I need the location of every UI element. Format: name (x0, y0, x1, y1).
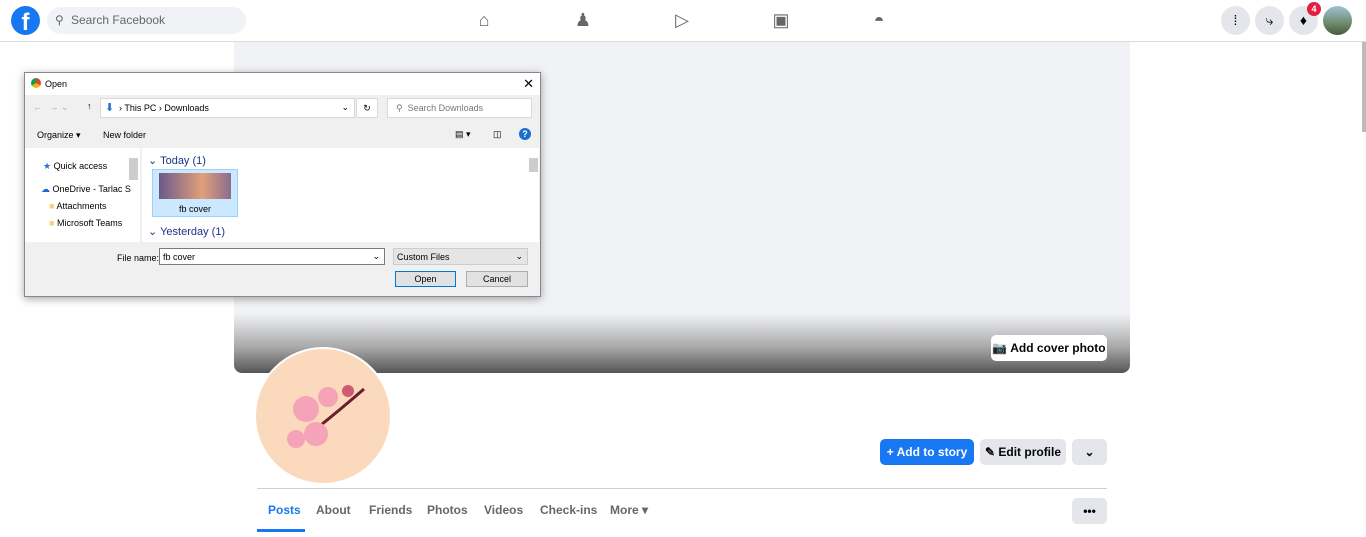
file-name-label: File name: (117, 253, 160, 263)
search-input[interactable]: ⚲ Search Facebook (47, 7, 246, 34)
new-folder-button[interactable]: New folder (103, 130, 146, 140)
group-label: Today (1) (160, 155, 206, 167)
dialog-title: Open (45, 79, 68, 89)
up-icon[interactable]: ↑ (87, 101, 92, 111)
back-icon[interactable]: ← → ⌄ (33, 102, 69, 113)
profile-picture[interactable] (254, 347, 392, 485)
nav-microsoft-teams[interactable]: ■ Microsoft Teams (49, 218, 122, 228)
close-icon[interactable]: ✕ (523, 76, 534, 92)
cherry-blossom-illustration (287, 385, 365, 448)
star-icon: ★ (43, 161, 52, 171)
help-icon[interactable]: ? (519, 128, 531, 140)
tab-check-ins[interactable]: Check-ins (540, 503, 597, 517)
tab-friends[interactable]: Friends (369, 503, 412, 517)
edit-profile-button[interactable]: ✎ Edit profile (980, 439, 1066, 465)
home-icon[interactable]: ⌂ (472, 10, 496, 31)
marketplace-icon[interactable]: ▣ (769, 10, 793, 31)
more-label: More (610, 503, 639, 517)
more-options-button[interactable]: ••• (1072, 498, 1107, 524)
tab-posts[interactable]: Posts (268, 503, 301, 517)
organize-label: Organize (37, 130, 74, 140)
cloud-icon: ☁ (41, 184, 50, 194)
tab-videos[interactable]: Videos (484, 503, 523, 517)
folder-icon: ■ (49, 201, 55, 211)
file-thumbnail (159, 173, 231, 199)
group-header-yesterday[interactable]: ⌄ Yesterday (1) (148, 225, 225, 238)
gaming-icon[interactable]: ◓ (867, 10, 891, 31)
breadcrumb-this-pc[interactable]: This PC (124, 103, 156, 113)
friends-icon[interactable]: ♟ (571, 10, 595, 31)
cancel-button[interactable]: Cancel (466, 271, 528, 287)
view-options-icon[interactable]: ▤ ▾ (455, 129, 471, 140)
page-scrollbar[interactable] (1362, 42, 1366, 132)
add-cover-photo-button[interactable]: 📷 Add cover photo (991, 335, 1107, 361)
nav-quick-access[interactable]: ★ Quick access (43, 161, 107, 172)
file-item[interactable]: fb cover (152, 169, 238, 217)
nav-label: Microsoft Teams (56, 218, 123, 228)
nav-scrollbar[interactable] (129, 158, 138, 180)
messenger-icon[interactable]: ⤷ (1255, 6, 1284, 35)
active-tab-indicator (257, 529, 305, 532)
tab-about[interactable]: About (316, 503, 351, 517)
watch-icon[interactable]: ▷ (670, 10, 694, 31)
file-name: fb cover (178, 204, 211, 214)
chevron-down-icon: ⌄ (515, 251, 523, 261)
search-placeholder: Search Facebook (71, 13, 166, 27)
chevron-down-icon[interactable]: ⌄ (341, 102, 349, 113)
search-downloads-input[interactable]: ⚲ Search Downloads (387, 98, 532, 118)
group-label: Yesterday (1) (160, 226, 226, 238)
chevron-down-icon[interactable]: ⌄ (1072, 439, 1107, 465)
chrome-icon (31, 78, 41, 88)
add-cover-label: Add cover photo (1010, 341, 1106, 355)
tab-more[interactable]: More ▾ (610, 503, 648, 517)
file-name-input[interactable]: fb cover ⌄ (159, 248, 385, 265)
organize-menu[interactable]: Organize ▾ (37, 130, 81, 141)
search-downloads-placeholder: Search Downloads (407, 103, 484, 113)
navigation-pane: ★ Quick access ☁ OneDrive - Tarlac S ■ A… (25, 148, 140, 242)
chevron-down-icon: ⌄ (372, 251, 380, 261)
open-button[interactable]: Open (395, 271, 456, 287)
nav-label: Attachments (56, 201, 107, 211)
tab-photos[interactable]: Photos (427, 503, 468, 517)
notification-badge: 4 (1307, 2, 1321, 16)
preview-pane-icon[interactable]: ◫ (493, 129, 502, 140)
file-list: ⌄ Today (1) fb cover ⌄ Yesterday (1) (142, 148, 539, 242)
dialog-titlebar: Open ✕ (25, 73, 540, 95)
file-type-value: Custom Files (397, 252, 450, 262)
account-avatar[interactable] (1323, 6, 1352, 35)
file-list-scrollbar[interactable] (529, 158, 538, 172)
group-header-today[interactable]: ⌄ Today (1) (148, 154, 206, 167)
nav-onedrive[interactable]: ☁ OneDrive - Tarlac S (41, 184, 131, 195)
menu-grid-icon[interactable]: ⁞ (1221, 6, 1250, 35)
top-navigation-bar: f ⚲ Search Facebook ⌂ ♟ ▷ ▣ ◓ ⁞ ⤷ ♦ 4 (0, 0, 1366, 42)
address-bar[interactable]: ⬇ › This PC › Downloads ⌄ (100, 98, 355, 118)
breadcrumb-downloads[interactable]: Downloads (164, 103, 209, 113)
nav-attachments[interactable]: ■ Attachments (49, 201, 106, 211)
refresh-icon[interactable]: ↻ (356, 98, 378, 118)
search-icon: ⚲ (55, 13, 64, 27)
nav-label: OneDrive - Tarlac S (52, 184, 131, 194)
facebook-logo[interactable]: f (11, 6, 40, 35)
file-type-select[interactable]: Custom Files ⌄ (393, 248, 528, 265)
add-story-label: Add to story (896, 445, 968, 459)
folder-icon: ■ (49, 218, 55, 228)
add-to-story-button[interactable]: + Add to story (880, 439, 974, 465)
nav-label: Quick access (53, 161, 108, 171)
open-file-dialog: Open ✕ ← → ⌄ ↑ ⬇ › This PC › Downloads ⌄… (24, 72, 541, 297)
file-name-value: fb cover (163, 252, 196, 262)
edit-profile-label: Edit profile (998, 445, 1062, 459)
profile-tabs: Posts About Friends Photos Videos Check-… (257, 488, 1107, 532)
downloads-icon: ⬇ (105, 102, 115, 114)
